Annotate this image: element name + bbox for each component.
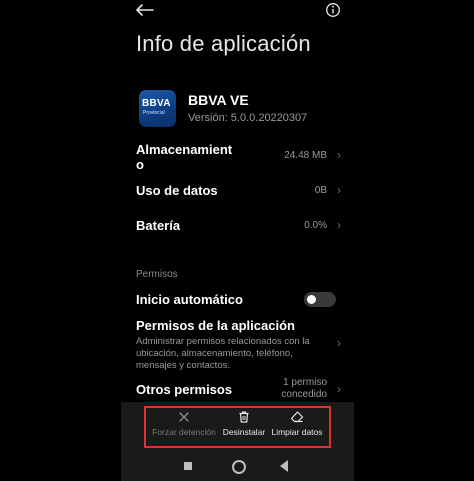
other-permissions-row[interactable]: Otros permisos 1 permiso concedido ›	[136, 377, 341, 403]
app-permissions-description: Administrar permisos relacionados con la…	[136, 336, 310, 371]
toggle-knob	[307, 295, 316, 304]
app-permissions-row[interactable]: Permisos de la aplicación Administrar pe…	[136, 318, 341, 374]
storage-row[interactable]: Almacenamient o 24.48 MB ›	[136, 142, 341, 176]
chevron-right-icon: ›	[337, 148, 341, 162]
close-x-icon	[179, 412, 189, 422]
battery-value: 0.0%	[304, 220, 327, 231]
permissions-section-heading: Permisos	[136, 269, 178, 280]
data-usage-row[interactable]: Uso de datos 0B ›	[136, 183, 341, 201]
home-icon[interactable]	[232, 460, 246, 474]
clear-data-label: Limpiar datos	[271, 427, 323, 437]
eraser-icon	[290, 411, 304, 423]
autostart-toggle[interactable]	[304, 292, 336, 307]
app-icon-sub-text: Provincial	[143, 110, 165, 116]
clear-data-button[interactable]: Limpiar datos	[262, 410, 332, 437]
page-title: Info de aplicación	[136, 31, 311, 56]
chevron-right-icon: ›	[337, 336, 341, 350]
chevron-right-icon: ›	[337, 218, 341, 232]
screen-margin-right	[354, 0, 474, 481]
storage-value: 24.48 MB	[284, 150, 327, 161]
phone-screen: Info de aplicación BBVA Provincial BBVA …	[121, 0, 354, 481]
recent-apps-icon[interactable]	[184, 462, 192, 470]
battery-row[interactable]: Batería 0.0% ›	[136, 218, 341, 236]
trash-icon	[239, 411, 249, 423]
app-icon-logo-text: BBVA	[142, 98, 171, 109]
app-version: Versión: 5.0.0.20220307	[188, 112, 308, 124]
data-usage-value: 0B	[314, 185, 327, 196]
app-icon: BBVA Provincial	[139, 90, 176, 127]
info-icon[interactable]	[325, 2, 341, 18]
chevron-right-icon: ›	[337, 183, 341, 197]
back-arrow-icon[interactable]	[133, 2, 155, 18]
bottom-action-bar: Forzar detención Desinstalar Limpiar dat…	[121, 402, 354, 481]
data-usage-label: Uso de datos	[136, 183, 218, 198]
other-permissions-value: 1 permiso concedido	[281, 377, 327, 400]
app-name: BBVA VE	[188, 92, 249, 108]
chevron-right-icon: ›	[337, 382, 341, 396]
app-permissions-label: Permisos de la aplicación	[136, 318, 295, 333]
nav-back-icon[interactable]	[280, 460, 288, 472]
system-navigation-bar	[121, 458, 354, 478]
top-bar	[121, 0, 354, 24]
screen-margin-left	[0, 0, 121, 481]
